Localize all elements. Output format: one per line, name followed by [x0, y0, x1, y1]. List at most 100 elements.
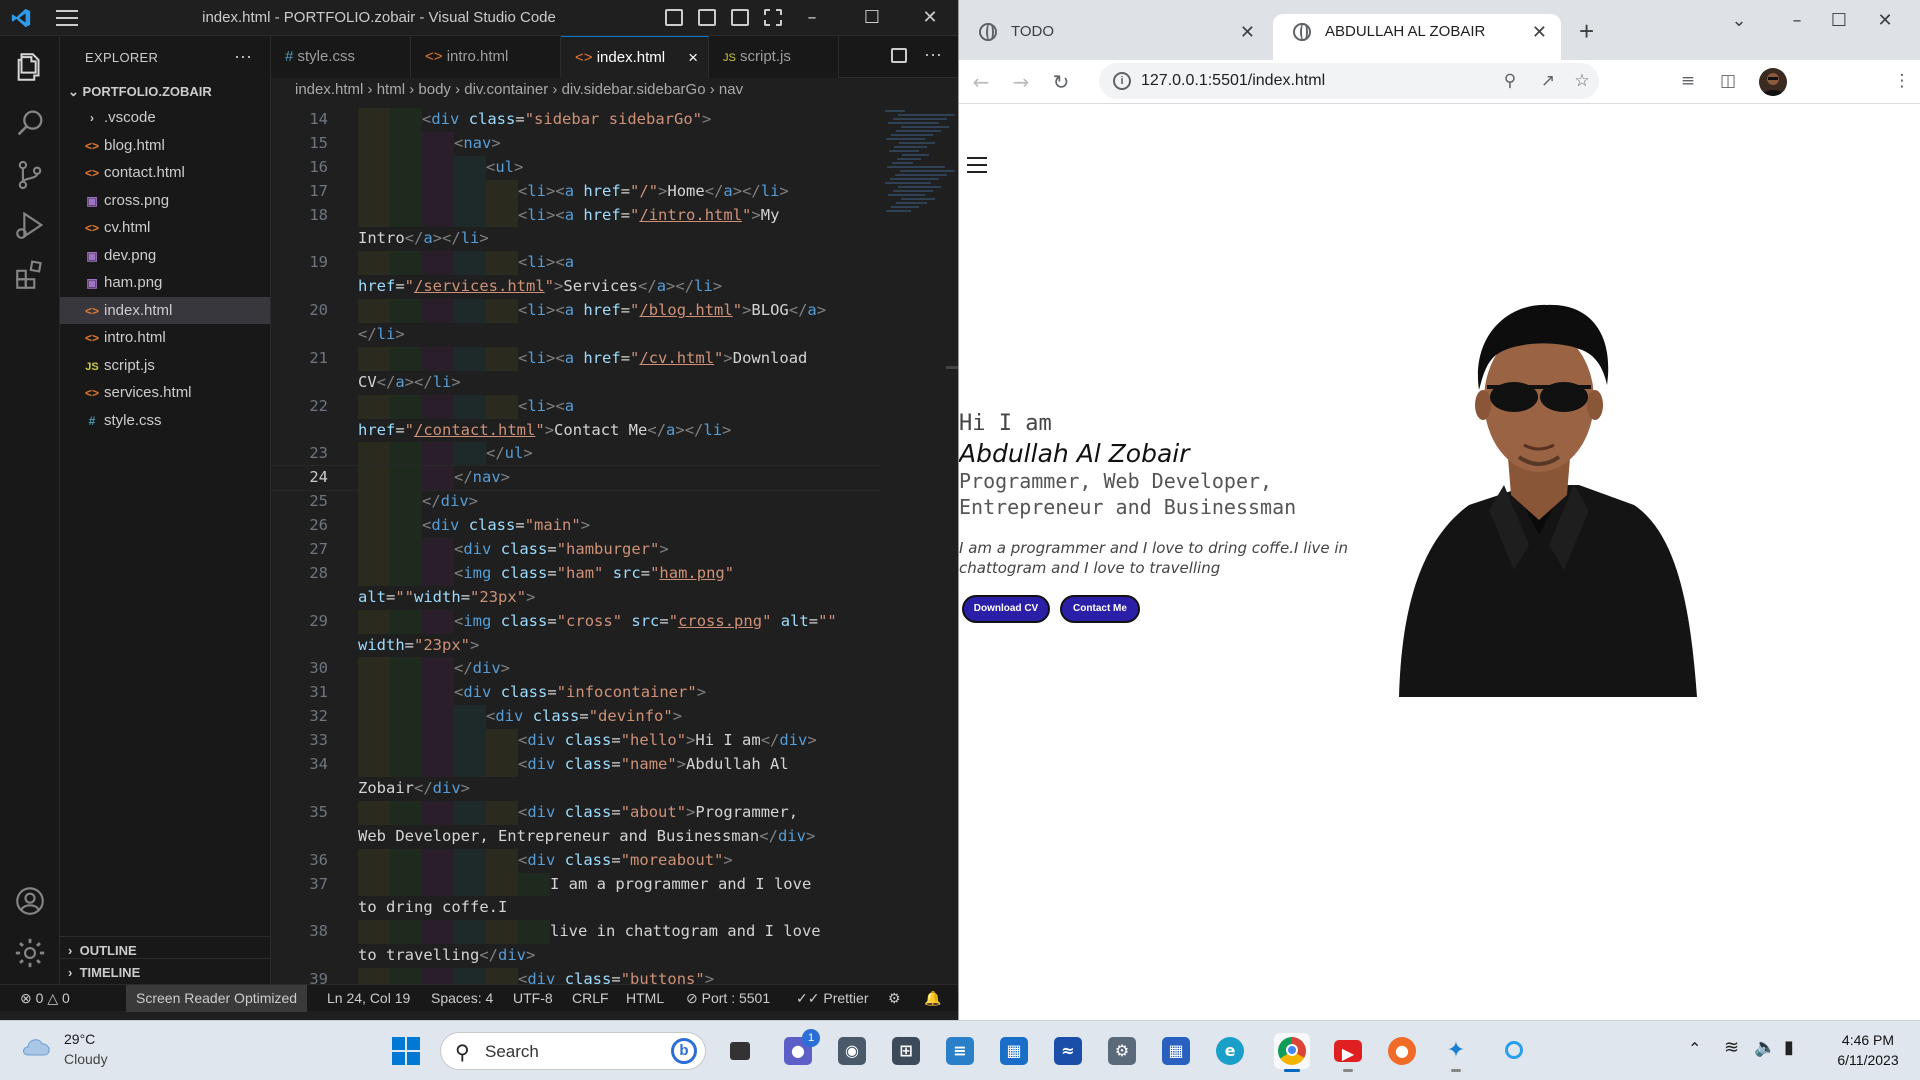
code-line[interactable]: 39 <div class="buttons">: [271, 968, 881, 984]
taskbar-search[interactable]: ⚲ Search b: [440, 1032, 706, 1070]
chrome-menu-icon[interactable]: ⋮: [1891, 70, 1913, 92]
tab-script-js[interactable]: JS script.js: [709, 36, 839, 78]
prettier-status[interactable]: ✓✓ Prettier: [796, 985, 868, 1012]
cloud-icon[interactable]: [20, 1035, 54, 1057]
tab-style-css[interactable]: # style.css: [271, 36, 411, 78]
file-item[interactable]: # style.css: [60, 407, 270, 435]
indentation-status[interactable]: Spaces: 4: [431, 985, 493, 1012]
code-line[interactable]: Intro</a></li>: [271, 227, 881, 251]
reload-icon[interactable]: ↻: [1047, 68, 1075, 96]
code-line[interactable]: width="23px">: [271, 634, 881, 658]
chat-icon[interactable]: ● 1: [780, 1029, 820, 1069]
code-line[interactable]: CV</a></li>: [271, 371, 881, 395]
code-line[interactable]: </li>: [271, 323, 881, 347]
eol-status[interactable]: CRLF: [572, 985, 609, 1012]
settings-gear-icon[interactable]: ⚙: [1104, 1033, 1140, 1069]
clock-date[interactable]: 6/11/2023: [1828, 1052, 1908, 1068]
clock-time[interactable]: 4:46 PM: [1828, 1032, 1908, 1048]
file-item[interactable]: <> cv.html: [60, 214, 270, 242]
notepad-icon[interactable]: ≡: [942, 1033, 978, 1069]
code-line[interactable]: 34 <div class="name">Abdullah Al: [271, 753, 881, 777]
code-line[interactable]: 33 <div class="hello">Hi I am</div>: [271, 729, 881, 754]
maximize-button[interactable]: ☐: [1819, 10, 1859, 34]
run-debug-icon[interactable]: [13, 208, 47, 242]
code-line[interactable]: 24 </nav>: [271, 465, 881, 492]
search-icon[interactable]: [13, 106, 47, 140]
chrome-icon[interactable]: [1274, 1033, 1310, 1072]
close-button[interactable]: ✕: [1865, 10, 1905, 34]
file-item[interactable]: ▣ ham.png: [60, 269, 270, 297]
hamburger-menu-icon[interactable]: [967, 157, 987, 173]
code-line[interactable]: 29 <img class="cross" src="cross.png" alt…: [271, 609, 881, 634]
more-actions-icon[interactable]: ···: [234, 46, 252, 67]
code-line[interactable]: 19 <li><a: [271, 251, 881, 276]
microsoft-store-icon[interactable]: ▦: [1158, 1033, 1194, 1069]
cursor-position[interactable]: Ln 24, Col 19: [327, 985, 410, 1012]
screen-reader-status[interactable]: Screen Reader Optimized: [126, 985, 308, 1012]
code-line[interactable]: 17 <li><a href="/">Home</a></li>: [271, 179, 881, 204]
minimize-button[interactable]: –: [1777, 10, 1817, 34]
toggle-panel-icon[interactable]: [698, 9, 716, 26]
toggle-sidebar-icon[interactable]: [665, 9, 683, 26]
whiteboard-icon[interactable]: ≈: [1050, 1033, 1086, 1069]
file-item[interactable]: <> blog.html: [60, 132, 270, 160]
problems-status[interactable]: ⊗ 0 △ 0: [20, 985, 70, 1012]
file-item[interactable]: ▣ cross.png: [60, 187, 270, 215]
media-queue-icon[interactable]: ≡: [1677, 70, 1699, 92]
code-line[interactable]: Web Developer, Entrepreneur and Business…: [271, 825, 881, 849]
site-info-icon[interactable]: i: [1113, 72, 1131, 90]
wifi-icon[interactable]: ≋: [1724, 1037, 1739, 1058]
tab-intro-html[interactable]: <> intro.html: [411, 36, 561, 78]
cortana-icon[interactable]: [1496, 1033, 1532, 1069]
weather-temperature[interactable]: 29°C: [64, 1031, 95, 1047]
code-line[interactable]: 32 <div class="devinfo">: [271, 705, 881, 730]
address-bar[interactable]: i 127.0.0.1:5501/index.html ⚲ ↗ ☆: [1099, 63, 1599, 99]
file-item[interactable]: <> services.html: [60, 379, 270, 407]
encoding-status[interactable]: UTF-8: [513, 985, 553, 1012]
volume-icon[interactable]: 🔈: [1754, 1037, 1776, 1058]
breadcrumb-item[interactable]: nav: [719, 81, 743, 98]
settings-gear-icon[interactable]: [13, 936, 47, 970]
workspace-folder[interactable]: ⌄ PORTFOLIO.ZOBAIR: [60, 80, 270, 104]
task-view-icon[interactable]: [722, 1033, 758, 1069]
close-tab-icon[interactable]: ✕: [1240, 14, 1255, 50]
bookmark-star-icon[interactable]: ☆: [1571, 70, 1593, 92]
close-tab-icon[interactable]: ✕: [1532, 14, 1547, 50]
code-line[interactable]: 21 <li><a href="/cv.html">Download: [271, 346, 881, 371]
notifications-bell-icon[interactable]: 🔔: [924, 985, 941, 1012]
code-line[interactable]: href="/services.html">Services</a></li>: [271, 275, 881, 299]
browser-tab-portfolio[interactable]: ABDULLAH AL ZOBAIR ✕: [1273, 14, 1561, 64]
file-item[interactable]: › .vscode: [60, 104, 270, 132]
code-line[interactable]: 37 I am a programmer and I love: [271, 872, 881, 897]
side-panel-icon[interactable]: ◫: [1717, 70, 1739, 92]
code-line[interactable]: 23 </ul>: [271, 442, 881, 467]
code-line[interactable]: alt=""width="23px">: [271, 586, 881, 610]
minimap[interactable]: [885, 108, 955, 238]
minimize-button[interactable]: –: [790, 4, 834, 32]
code-line[interactable]: 22 <li><a: [271, 394, 881, 419]
extensions-icon[interactable]: [13, 258, 47, 292]
code-editor[interactable]: 14 <div class="sidebar sidebarGo"> 15 <nav>…: [271, 108, 881, 984]
weather-condition[interactable]: Cloudy: [64, 1051, 108, 1067]
explorer-icon[interactable]: [13, 50, 47, 84]
tab-search-chevron-icon[interactable]: ⌄: [1719, 10, 1759, 34]
new-tab-button[interactable]: +: [1579, 16, 1594, 47]
file-item[interactable]: <> index.html: [60, 296, 270, 324]
calculator-icon[interactable]: ⊞: [888, 1033, 924, 1069]
code-line[interactable]: 36 <div class="moreabout">: [271, 848, 881, 873]
forward-arrow-icon[interactable]: →: [1007, 68, 1035, 96]
breadcrumb-item[interactable]: div.container: [464, 81, 548, 98]
share-icon[interactable]: ↗: [1537, 70, 1559, 92]
accounts-status-icon[interactable]: ⚙: [888, 985, 901, 1012]
toggle-secondary-sidebar-icon[interactable]: [731, 9, 749, 26]
accounts-icon[interactable]: [13, 884, 47, 918]
breadcrumb-item[interactable]: html: [377, 81, 405, 98]
file-item[interactable]: <> contact.html: [60, 159, 270, 187]
code-line[interactable]: 14 <div class="sidebar sidebarGo">: [271, 108, 881, 132]
vscode-taskbar-icon[interactable]: ✦: [1438, 1033, 1474, 1072]
code-line[interactable]: to dring coffe.I: [271, 896, 881, 920]
code-line[interactable]: 25 </div>: [271, 490, 881, 515]
code-line[interactable]: href="/contact.html">Contact Me</a></li>: [271, 419, 881, 443]
live-server-port[interactable]: ⊘ Port : 5501: [686, 985, 770, 1012]
code-line[interactable]: 16 <ul>: [271, 155, 881, 180]
